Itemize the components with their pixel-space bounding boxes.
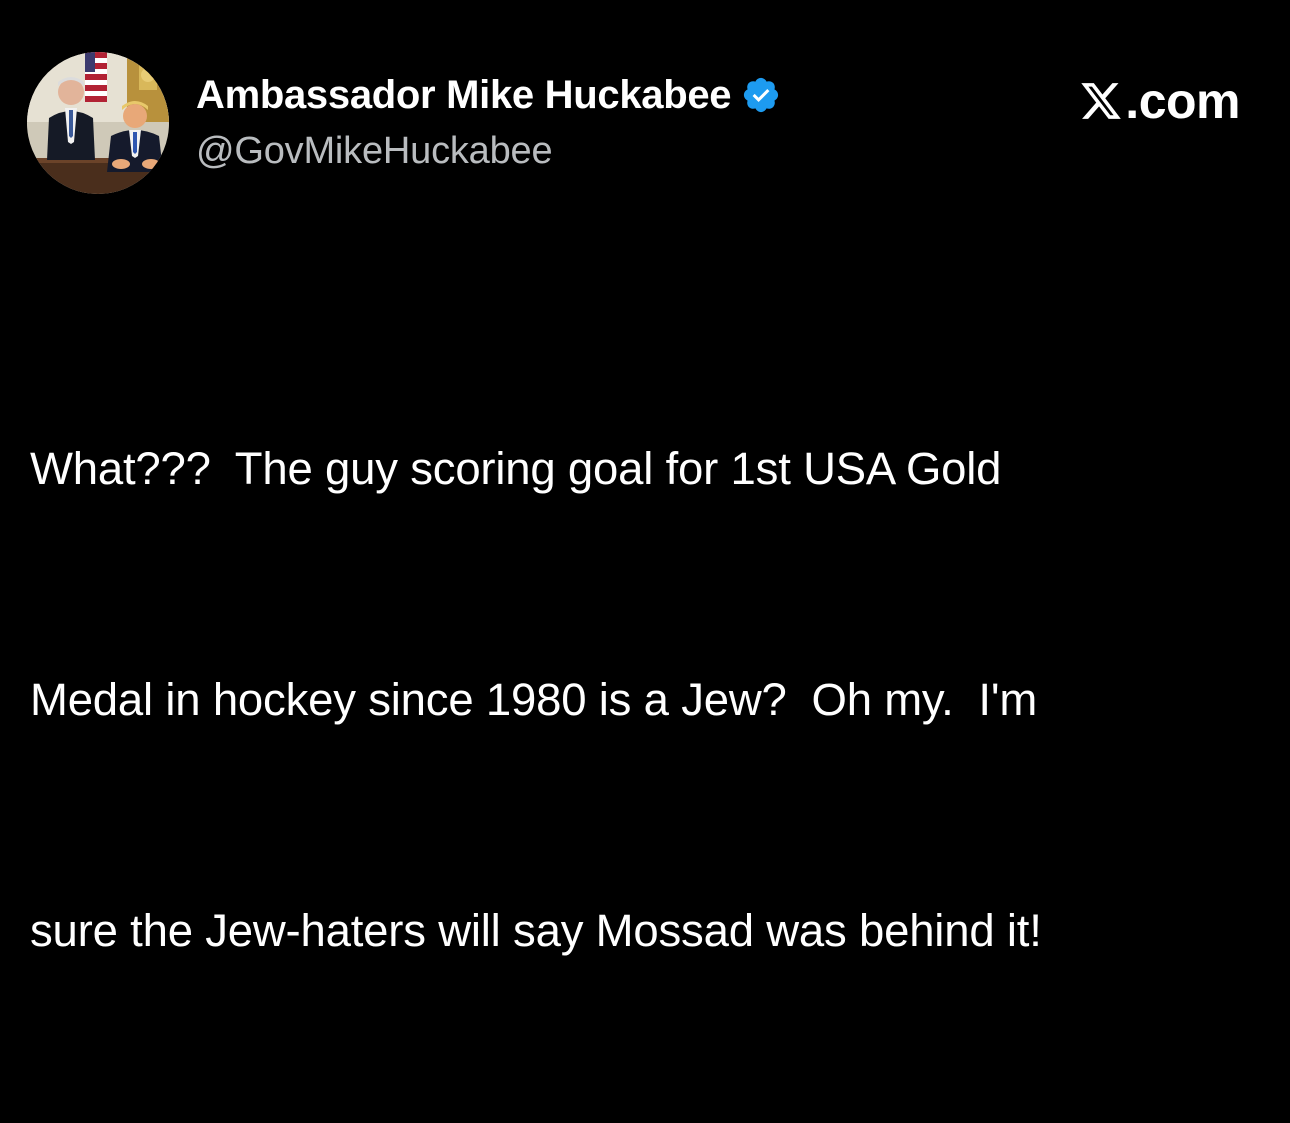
author-handle[interactable]: @GovMikeHuckabee (196, 130, 553, 173)
tweet-line: sure the Jew-haters will say Mossad was … (30, 905, 1042, 956)
x-logo-icon (1079, 79, 1123, 123)
site-brand: .com (1079, 72, 1240, 130)
avatar-photo (27, 52, 169, 194)
author-name-row: Ambassador Mike Huckabee (196, 70, 781, 120)
site-domain-suffix: .com (1125, 73, 1240, 129)
author-display-name[interactable]: Ambassador Mike Huckabee (196, 73, 732, 118)
verified-badge-icon (741, 75, 781, 115)
avatar[interactable] (27, 52, 169, 194)
tweet-card: Ambassador Mike Huckabee @GovMikeHuckabe… (0, 0, 1290, 956)
tweet-line: Medal in hockey since 1980 is a Jew? Oh … (30, 674, 1038, 725)
tweet-line: What??? The guy scoring goal for 1st USA… (30, 443, 1002, 494)
tweet-text: What??? The guy scoring goal for 1st USA… (30, 276, 1260, 1123)
